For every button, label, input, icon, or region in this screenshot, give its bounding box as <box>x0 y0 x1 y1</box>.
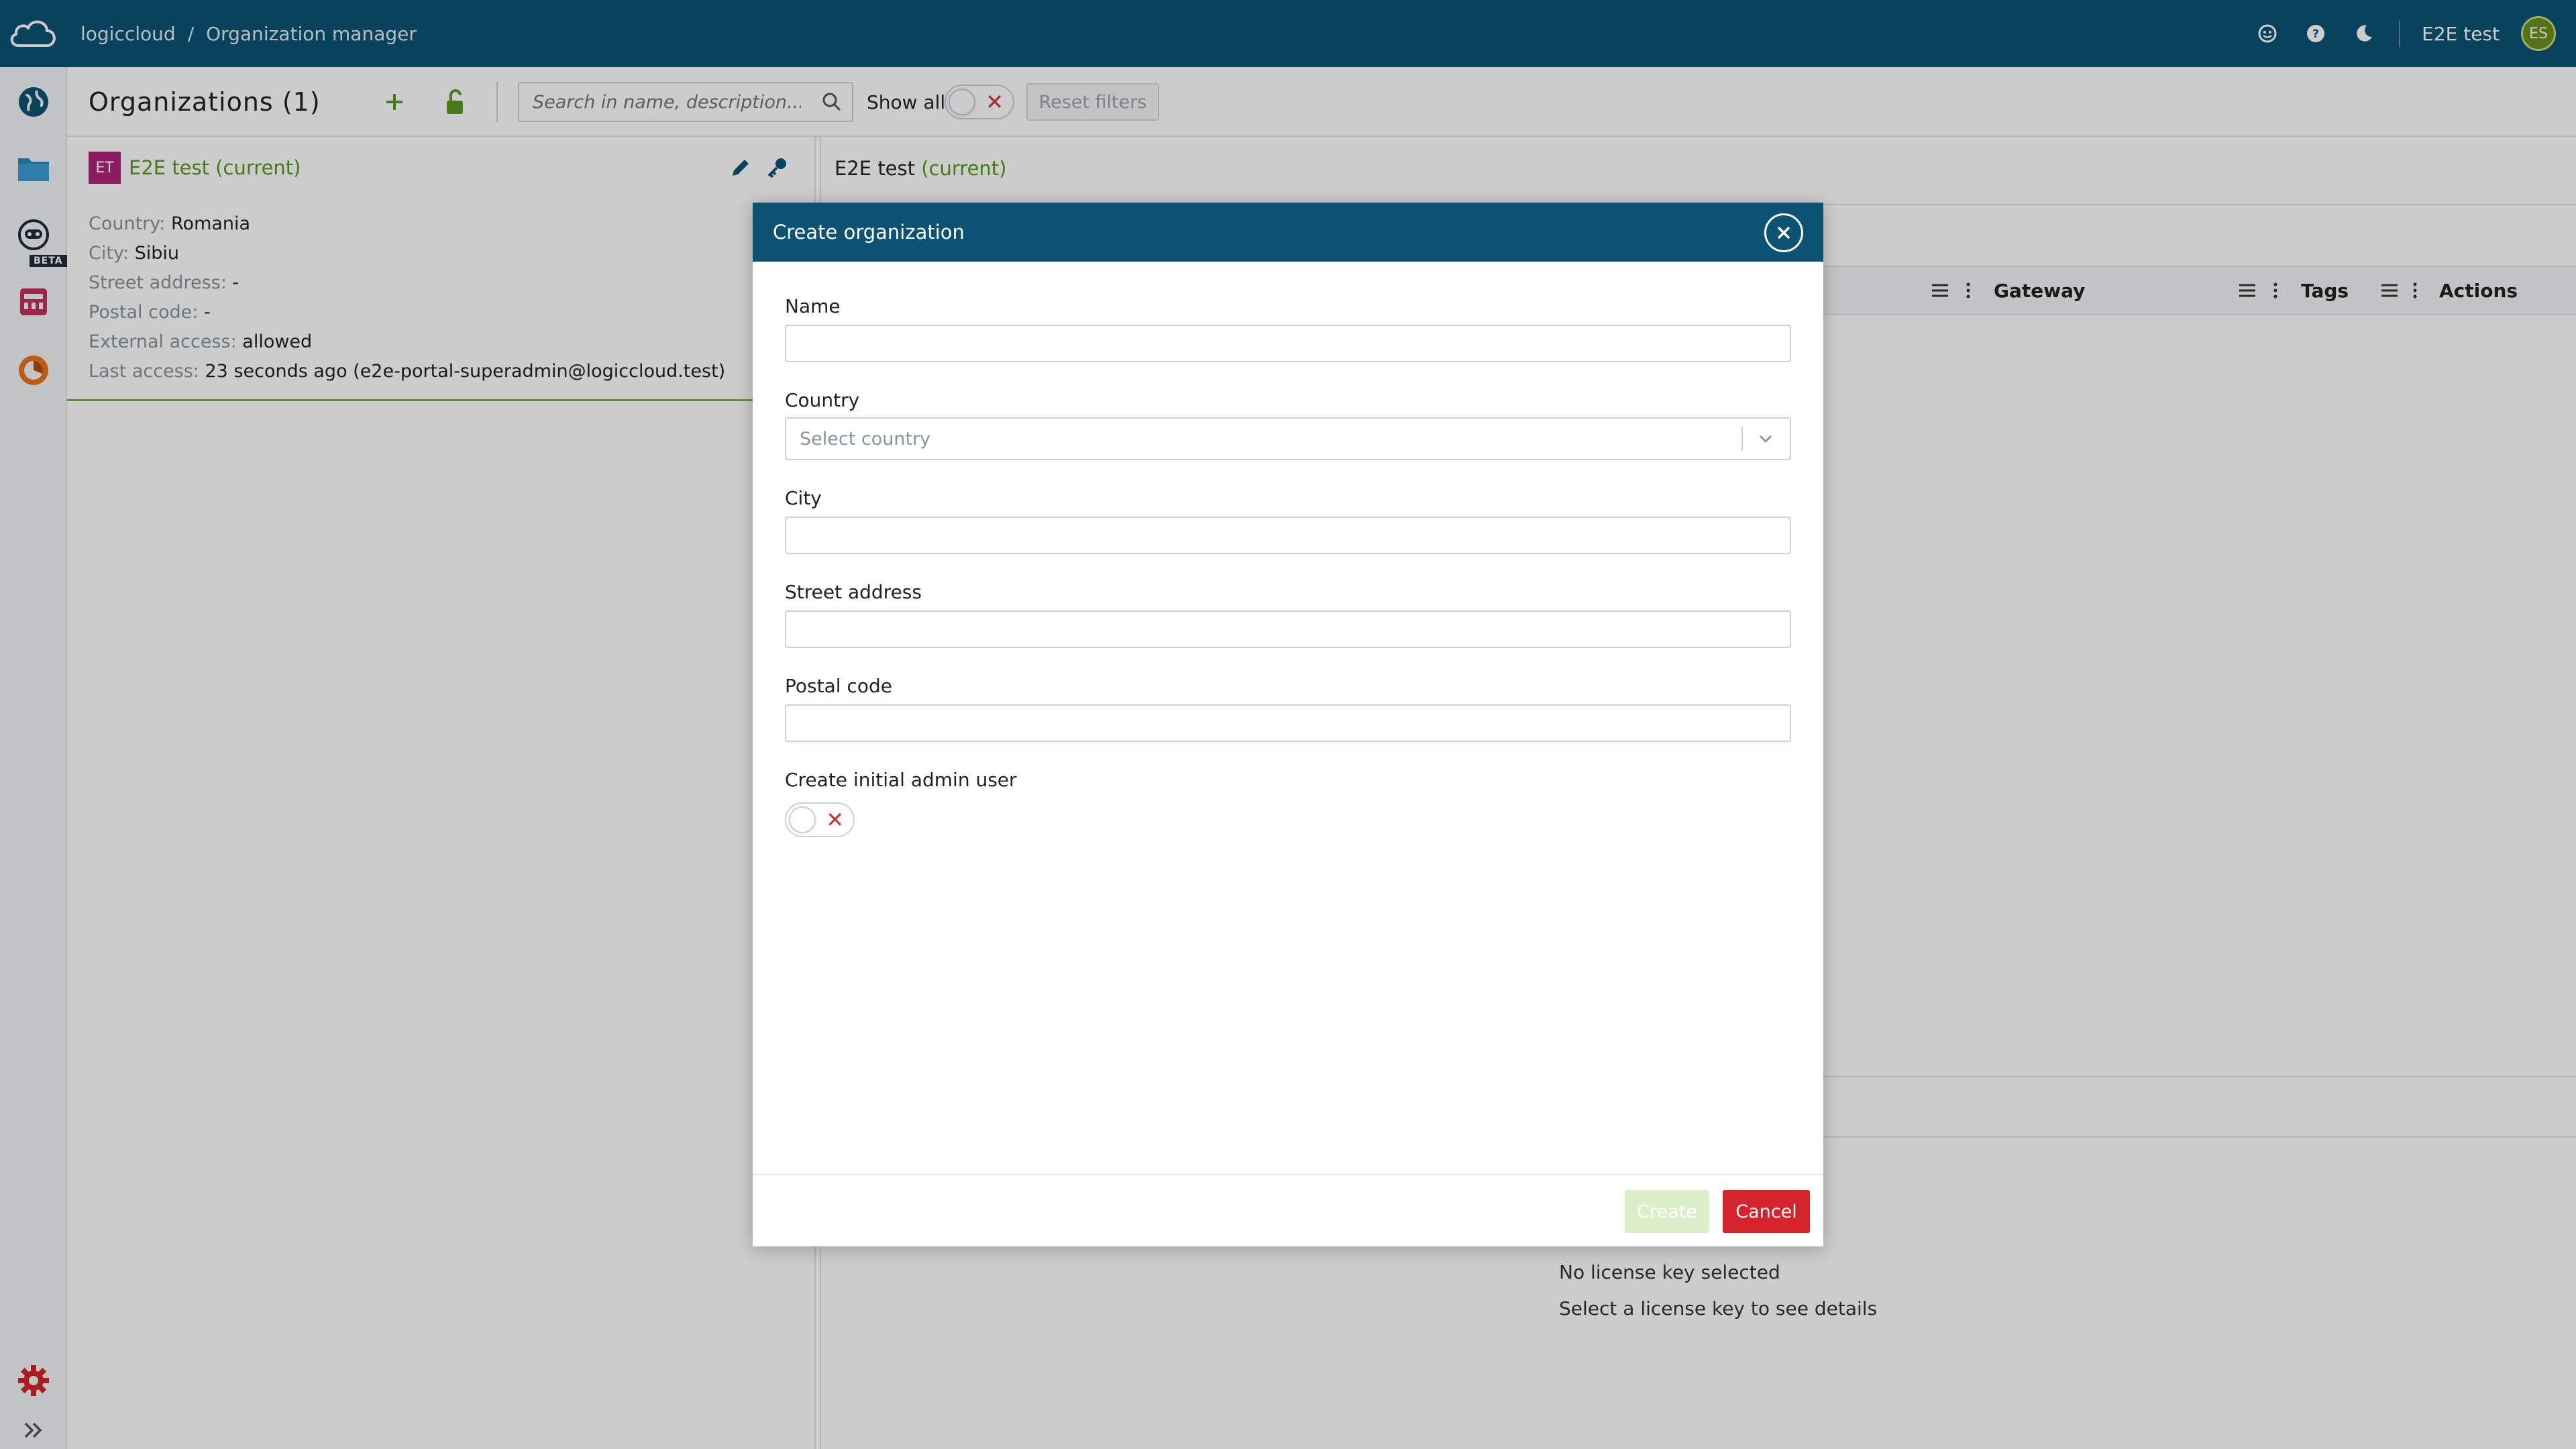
postal-code-label: Postal code <box>785 675 892 697</box>
create-organization-dialog: Create organization Name Country Select … <box>753 203 1823 1246</box>
name-input[interactable] <box>785 325 1791 362</box>
create-button[interactable]: Create <box>1625 1190 1709 1233</box>
dialog-footer-divider <box>753 1174 1823 1175</box>
admin-user-label: Create initial admin user <box>785 769 1017 791</box>
dialog-title: Create organization <box>773 221 965 244</box>
chevron-down-icon[interactable] <box>1756 429 1775 448</box>
select-divider <box>1741 427 1743 451</box>
create-admin-toggle[interactable]: ✕ <box>785 802 855 837</box>
country-placeholder: Select country <box>800 428 931 449</box>
cancel-button[interactable]: Cancel <box>1723 1190 1810 1233</box>
city-input[interactable] <box>785 517 1791 554</box>
country-label: Country <box>785 389 860 411</box>
street-address-input[interactable] <box>785 610 1791 648</box>
toggle-off-icon: ✕ <box>826 807 844 833</box>
street-address-label: Street address <box>785 581 922 603</box>
close-icon[interactable] <box>1764 213 1803 252</box>
city-label: City <box>785 487 822 509</box>
toggle-knob <box>789 806 816 833</box>
dialog-header: Create organization <box>753 203 1823 262</box>
name-label: Name <box>785 295 841 317</box>
postal-code-input[interactable] <box>785 704 1791 742</box>
country-select[interactable]: Select country <box>785 417 1791 460</box>
